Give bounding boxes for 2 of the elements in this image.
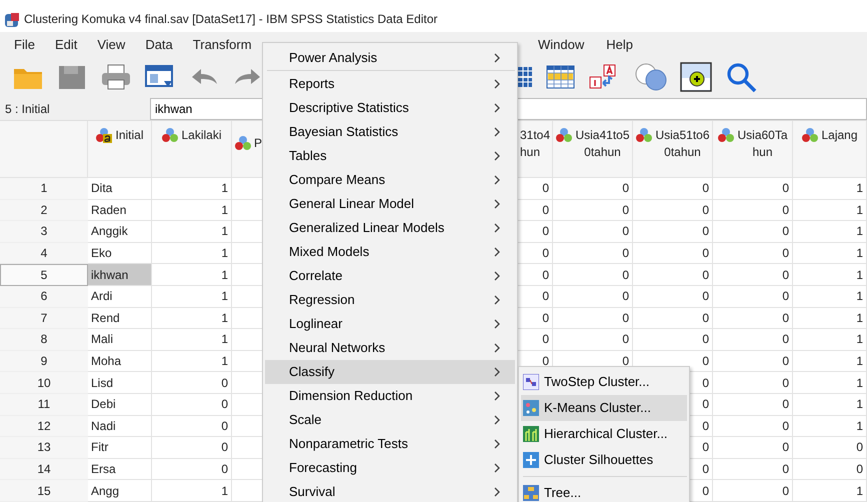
cell-reference-label: 5 : Initial xyxy=(4,100,51,118)
window-title: Clustering Komuka v4 final.sav [DataSet17] - IBM SPSS Statistics Data Editor xyxy=(24,11,438,28)
